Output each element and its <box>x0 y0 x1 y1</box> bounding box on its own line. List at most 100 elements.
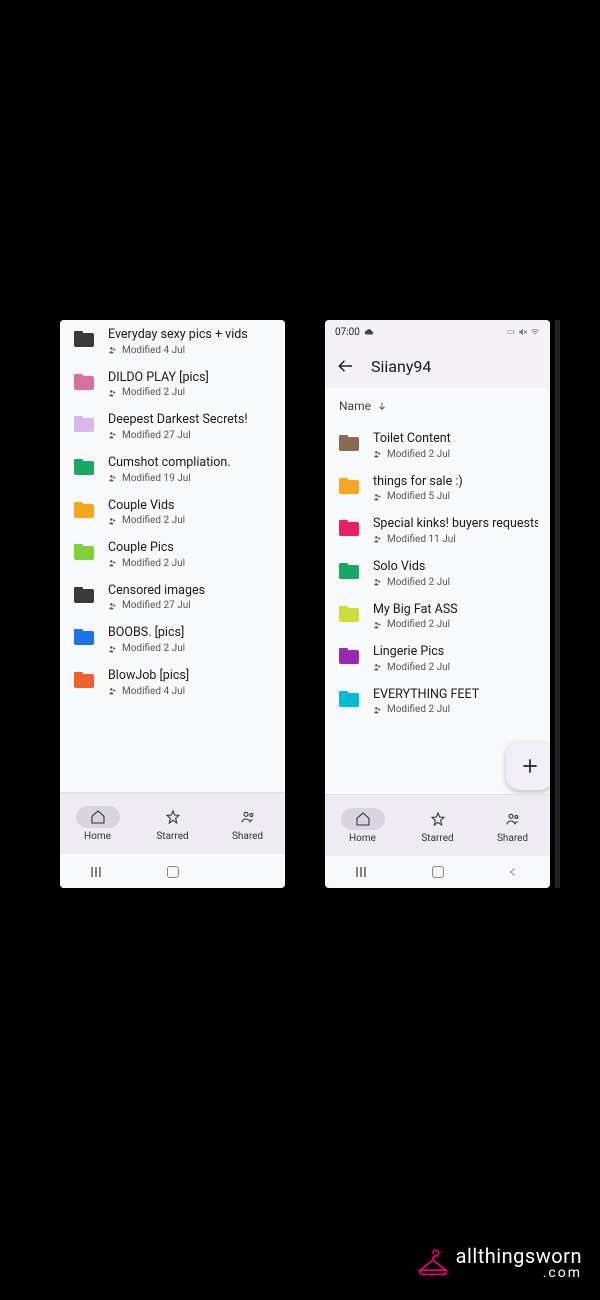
folder-row[interactable]: My Big Fat ASSModified 2 Jul <box>325 595 550 638</box>
nav-home[interactable]: Home <box>325 808 399 844</box>
shared-icon <box>373 620 383 630</box>
sort-label: Name <box>339 399 371 413</box>
page-title: Siiany94 <box>371 357 431 376</box>
folder-modified: Modified 27 Jul <box>122 600 191 611</box>
folder-row[interactable]: Couple Pics Modified 2 Jul <box>60 533 285 576</box>
folder-list-right: Toilet ContentModified 2 Julthings for s… <box>325 424 550 722</box>
home-button[interactable] <box>432 866 444 878</box>
status-bar: 07:00 <box>325 320 550 344</box>
folder-modified: Modified 11 Jul <box>387 534 456 545</box>
shared-icon <box>108 644 118 654</box>
back-button[interactable] <box>337 357 355 375</box>
folder-name: Couple Pics <box>108 540 273 556</box>
folder-modified: Modified 2 Jul <box>387 662 450 673</box>
star-icon <box>430 811 446 827</box>
folder-icon <box>74 374 94 390</box>
folder-icon <box>74 459 94 475</box>
folder-row[interactable]: DILDO PLAY [pics]Modified 2 Jul <box>60 363 285 406</box>
wifi-icon <box>530 327 540 337</box>
folder-row[interactable]: Deepest Darkest Secrets!Modified 27 Jul <box>60 405 285 448</box>
mute-icon <box>518 327 528 337</box>
shared-icon <box>108 345 118 355</box>
folder-icon <box>74 587 94 603</box>
folder-row[interactable]: Censored imagesModified 27 Jul <box>60 576 285 619</box>
shared-icon <box>108 388 118 398</box>
folder-list-left: Everyday sexy pics + vidsModified 4 JulD… <box>60 320 285 704</box>
nav-starred-label: Starred <box>421 833 453 844</box>
folder-row[interactable]: BOOBS. [pics]Modified 2 Jul <box>60 618 285 661</box>
folder-name: Everyday sexy pics + vids <box>108 327 273 343</box>
nav-starred[interactable]: Starred <box>400 808 474 844</box>
back-system-button[interactable] <box>507 863 519 882</box>
folder-name: Censored images <box>108 583 273 599</box>
folder-modified: Modified 2 Jul <box>387 704 450 715</box>
folder-name: Couple Vids <box>108 498 273 514</box>
recent-apps-button[interactable] <box>356 867 370 877</box>
folder-icon <box>339 648 359 664</box>
shared-icon <box>108 516 118 526</box>
folder-row[interactable]: Couple VidsModified 2 Jul <box>60 491 285 534</box>
recent-apps-button[interactable] <box>91 867 105 877</box>
folder-icon <box>339 435 359 451</box>
android-system-nav <box>60 856 285 888</box>
folder-row[interactable]: Toilet ContentModified 2 Jul <box>325 424 550 467</box>
folder-row[interactable]: BlowJob [pics] Modified 4 Jul <box>60 661 285 704</box>
shared-icon <box>108 686 118 696</box>
folder-modified: Modified 2 Jul <box>122 387 185 398</box>
folder-icon <box>339 606 359 622</box>
folder-icon <box>74 416 94 432</box>
nav-shared-label: Shared <box>497 833 528 844</box>
folder-name: BlowJob [pics] <box>108 668 273 684</box>
folder-icon <box>339 478 359 494</box>
home-icon <box>355 811 371 827</box>
nav-home[interactable]: Home <box>60 806 134 842</box>
battery-icon <box>506 327 516 337</box>
folder-name: BOOBS. [pics] <box>108 625 273 641</box>
edge-strip <box>555 320 560 888</box>
nav-starred[interactable]: Starred <box>135 806 209 842</box>
nav-shared[interactable]: Shared <box>475 808 549 844</box>
star-icon <box>165 809 181 825</box>
folder-row[interactable]: Special kinks! buyers requests Modified 1… <box>325 509 550 552</box>
folder-name: Lingerie Pics <box>373 644 538 660</box>
folder-name: My Big Fat ASS <box>373 602 538 618</box>
folder-modified: Modified 2 Jul <box>122 558 185 569</box>
folder-modified: Modified 4 Jul <box>122 686 185 697</box>
folder-icon <box>339 691 359 707</box>
folder-icon <box>74 502 94 518</box>
folder-name: EVERYTHING FEET <box>373 687 538 703</box>
fab-add[interactable] <box>506 742 550 790</box>
folder-row[interactable]: Everyday sexy pics + vidsModified 4 Jul <box>60 320 285 363</box>
bottom-nav: Home Starred Shared <box>60 792 285 854</box>
folder-row[interactable]: Lingerie Pics Modified 2 Jul <box>325 637 550 680</box>
watermark: allthingsworn .com <box>416 1246 582 1280</box>
shared-icon <box>108 601 118 611</box>
app-bar: Siiany94 <box>325 344 550 388</box>
sort-control[interactable]: Name <box>325 388 550 424</box>
folder-icon <box>74 629 94 645</box>
folder-name: DILDO PLAY [pics] <box>108 370 273 386</box>
folder-modified: Modified 2 Jul <box>387 619 450 630</box>
shared-icon <box>108 473 118 483</box>
nav-shared-label: Shared <box>232 831 263 842</box>
hanger-icon <box>416 1246 450 1280</box>
folder-row[interactable]: Solo VidsModified 2 Jul <box>325 552 550 595</box>
folder-name: Toilet Content <box>373 431 538 447</box>
folder-icon <box>339 520 359 536</box>
folder-name: Special kinks! buyers requests <box>373 516 538 532</box>
folder-row[interactable]: things for sale :)Modified 5 Jul <box>325 467 550 510</box>
shared-icon <box>373 534 383 544</box>
shared-icon <box>373 492 383 502</box>
phone-right: 07:00 Siiany94 Name Toilet ContentModifi… <box>325 320 550 888</box>
nav-shared[interactable]: Shared <box>210 806 284 842</box>
folder-name: Solo Vids <box>373 559 538 575</box>
folder-row[interactable]: EVERYTHING FEETModified 2 Jul <box>325 680 550 723</box>
shared-icon <box>108 558 118 568</box>
shared-icon <box>373 577 383 587</box>
shared-icon <box>108 430 118 440</box>
home-button[interactable] <box>167 866 179 878</box>
watermark-line2: .com <box>456 1266 582 1280</box>
folder-row[interactable]: Cumshot compliation.Modified 19 Jul <box>60 448 285 491</box>
shared-icon <box>373 705 383 715</box>
folder-icon <box>339 563 359 579</box>
